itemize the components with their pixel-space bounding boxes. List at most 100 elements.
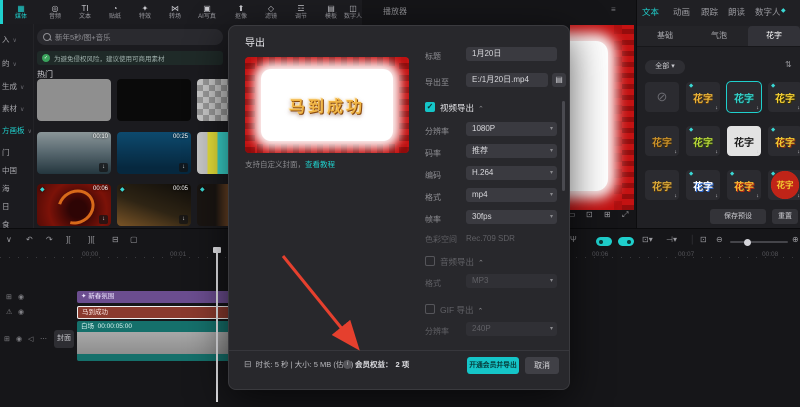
- video-export-checkbox[interactable]: ✓: [425, 102, 435, 112]
- subtab-huazi[interactable]: 花字: [766, 30, 782, 41]
- toolbar-item-text[interactable]: TI 文本: [70, 1, 100, 23]
- timeline-preview-icon[interactable]: ⊡: [700, 235, 707, 244]
- tab-tracking[interactable]: 跟踪: [701, 6, 718, 18]
- subtab-basic[interactable]: 基础: [657, 30, 673, 41]
- subscribe-and-export-button[interactable]: 开通会员并导出: [467, 357, 519, 374]
- lock-icon[interactable]: ⊞: [4, 335, 10, 343]
- media-thumb-underwater[interactable]: 00:25 ↓: [117, 132, 191, 174]
- huazi-item[interactable]: ◆ 花字 ↓: [768, 82, 800, 112]
- gif-export-checkbox[interactable]: [425, 304, 435, 314]
- reset-button[interactable]: 重置: [772, 209, 798, 224]
- timeline-zoom-slider[interactable]: [730, 238, 788, 246]
- dialog-scrollbar[interactable]: [562, 101, 565, 191]
- tab-reading[interactable]: 朗读: [728, 6, 745, 18]
- huazi-item[interactable]: ◆ 花字 ↓: [727, 170, 761, 200]
- mute-icon[interactable]: ◁: [28, 335, 33, 343]
- toolbar-item-digital-human[interactable]: ◫ 数字人: [344, 1, 362, 23]
- magnet-snap-toggle[interactable]: [596, 237, 612, 246]
- sidebar-item-board[interactable]: 方画板 ∨: [2, 125, 32, 136]
- tab-digital-human[interactable]: 数字人: [755, 6, 781, 18]
- toolbar-item-effect[interactable]: ✦ 特效: [130, 1, 160, 23]
- grid-icon[interactable]: ⊞: [604, 210, 611, 219]
- codec-dropdown[interactable]: H.264 ▾: [466, 166, 557, 180]
- huazi-item-none[interactable]: ⊘: [645, 82, 679, 112]
- sidebar-item-commercial[interactable]: 的 ∨: [2, 58, 17, 69]
- huazi-item[interactable]: 花字 ↓: [727, 126, 761, 156]
- download-icon[interactable]: ↓: [179, 215, 188, 224]
- sidebar-item-sea[interactable]: 海: [2, 183, 10, 194]
- lock-icon[interactable]: ⊞: [6, 293, 12, 301]
- huazi-item[interactable]: ◆ 花字 ↓: [686, 82, 720, 112]
- sidebar-item-ai-generate[interactable]: 生成 ∨: [2, 81, 24, 92]
- toolbar-item-media[interactable]: ▦ 媒体: [6, 1, 36, 23]
- preview-axis-dropdown[interactable]: ⊡▾: [642, 235, 653, 244]
- player-canvas[interactable]: [570, 25, 634, 210]
- toolbar-item-filter[interactable]: ◇ 滤镜: [256, 1, 286, 23]
- member-benefits-info[interactable]: i 会员权益： 2 项: [343, 359, 409, 370]
- undo-icon[interactable]: ↶: [26, 235, 33, 244]
- playhead[interactable]: [213, 247, 221, 402]
- download-icon[interactable]: ↓: [99, 163, 108, 172]
- audio-export-checkbox[interactable]: [425, 256, 435, 266]
- toolbar-item-transition[interactable]: ⋈ 转场: [160, 1, 190, 23]
- tab-animation[interactable]: 动画: [673, 6, 690, 18]
- search-input[interactable]: 新年5秒/图+音乐: [37, 29, 223, 45]
- eye-icon[interactable]: ◉: [18, 293, 24, 301]
- format-dropdown[interactable]: mp4 ▾: [466, 188, 557, 202]
- huazi-item[interactable]: 花字 ↓: [645, 126, 679, 156]
- subtab-bubble[interactable]: 气泡: [711, 30, 727, 41]
- save-preset-button[interactable]: 保存预设: [710, 209, 766, 224]
- toolbar-item-audio[interactable]: ◎ 音频: [40, 1, 70, 23]
- huazi-item[interactable]: 花字 ↓: [645, 170, 679, 200]
- more-icon[interactable]: ⋯: [40, 335, 47, 343]
- sidebar-item-festival[interactable]: 日: [2, 201, 10, 212]
- zoom-slider-handle[interactable]: [744, 238, 751, 246]
- path-field-input[interactable]: E:/1月20日.mp4: [466, 73, 548, 87]
- sidebar-item-import[interactable]: 入 ∨: [2, 34, 17, 45]
- bitrate-dropdown[interactable]: 推荐 ▾: [466, 144, 557, 158]
- sidebar-item-material[interactable]: 素材 ∨: [2, 103, 24, 114]
- toolbar-item-template[interactable]: ▤ 模板: [316, 1, 346, 23]
- huazi-item[interactable]: ◆ 花字 ↓: [686, 170, 720, 200]
- media-thumb-coral[interactable]: ◆ 00:05 ↓: [117, 184, 191, 226]
- huazi-item[interactable]: ◆ 花字 ↓: [768, 170, 800, 200]
- download-icon[interactable]: ↓: [179, 163, 188, 172]
- record-voiceover-icon[interactable]: Ψ: [570, 235, 577, 244]
- zoom-out-icon[interactable]: ⊖: [716, 235, 723, 244]
- split-left-icon[interactable]: ]|[: [88, 235, 95, 244]
- delete-icon[interactable]: ⊟: [112, 235, 119, 244]
- sidebar-item-china[interactable]: 中国: [2, 165, 17, 176]
- toolbar-item-sticker[interactable]: ◔ 贴纸: [100, 1, 130, 23]
- sort-icon[interactable]: ⇅: [785, 60, 792, 69]
- resolution-dropdown[interactable]: 1080P ▾: [466, 122, 557, 136]
- cover-button[interactable]: 封面: [54, 330, 74, 348]
- chevron-down-icon[interactable]: ∨: [6, 235, 12, 244]
- media-thumb-white-field[interactable]: [37, 79, 111, 121]
- huazi-item[interactable]: ◆ 花字 ↓: [768, 126, 800, 156]
- media-thumb-red-swirl[interactable]: ◆ 00:06 ↓: [37, 184, 111, 226]
- freeze-frame-icon[interactable]: ▢: [130, 235, 138, 244]
- download-icon[interactable]: ↓: [99, 215, 108, 224]
- link-toggle[interactable]: [618, 237, 634, 246]
- media-thumb-ocean[interactable]: 00:10 ↓: [37, 132, 111, 174]
- track-height-dropdown[interactable]: ⊣▾: [666, 235, 677, 244]
- zoom-in-icon[interactable]: ⊕: [792, 235, 799, 244]
- view-tutorial-link[interactable]: 查看教程: [305, 160, 335, 169]
- huazi-item-selected[interactable]: 花字 ↓: [726, 81, 762, 113]
- eye-icon[interactable]: ◉: [16, 335, 22, 343]
- framerate-dropdown[interactable]: 30fps ▾: [466, 210, 557, 224]
- cancel-button[interactable]: 取消: [525, 357, 559, 374]
- toolbar-item-adjust[interactable]: ☲ 调节: [286, 1, 316, 23]
- tab-text[interactable]: 文本: [642, 6, 659, 18]
- redo-icon[interactable]: ↷: [46, 235, 53, 244]
- media-thumb-black-field[interactable]: [117, 79, 191, 121]
- toolbar-item-cutout[interactable]: ⬆ 抠像: [226, 1, 256, 23]
- folder-browse-button[interactable]: ▤: [552, 73, 566, 87]
- fullscreen-icon[interactable]: ⤢: [622, 210, 628, 220]
- huazi-item[interactable]: ◆ 花字 ↓: [686, 126, 720, 156]
- warning-icon[interactable]: ⚠: [6, 308, 12, 316]
- toolbar-item-ai-portrait[interactable]: ▣ AI写真: [192, 1, 222, 23]
- split-icon[interactable]: ][: [66, 235, 70, 244]
- eye-icon[interactable]: ◉: [18, 308, 24, 316]
- filter-all-dropdown[interactable]: 全部 ▾: [645, 60, 685, 74]
